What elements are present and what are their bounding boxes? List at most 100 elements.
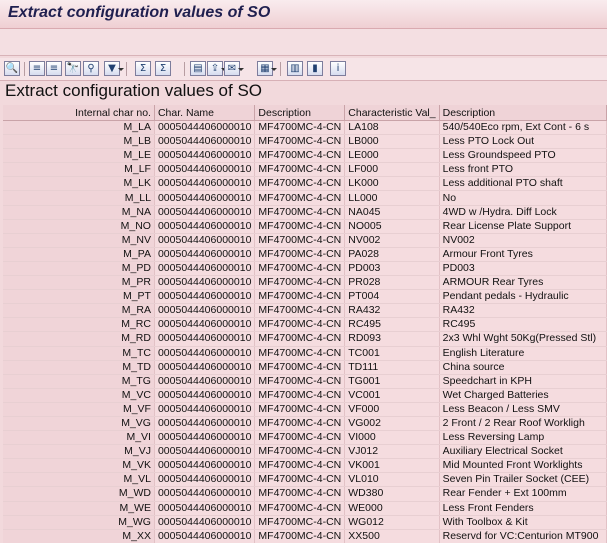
cell-value-description[interactable]: Less Beacon / Less SMV: [439, 402, 607, 417]
table-row[interactable]: M_TD 0005044406000010 MF4700MC-4-CN TD111 Ch…: [3, 360, 607, 375]
cell-value-description[interactable]: Rear Fender + Ext 100mm: [439, 486, 607, 502]
cell-internal-char-no[interactable]: M_TD: [3, 360, 155, 375]
cell-characteristic-value[interactable]: VG002: [344, 416, 440, 432]
cell-char-name[interactable]: 0005044406000010: [154, 247, 256, 262]
cell-characteristic-value[interactable]: TG001: [344, 374, 440, 389]
cell-value-description[interactable]: Less PTO Lock Out: [439, 134, 607, 150]
cell-value-description[interactable]: With Toolbox & Kit: [439, 515, 607, 530]
cell-description[interactable]: MF4700MC-4-CN: [254, 472, 346, 488]
cell-value-description[interactable]: ARMOUR Rear Tyres: [439, 275, 607, 291]
table-row[interactable]: M_VG 0005044406000010 MF4700MC-4-CN VG002 2 …: [3, 416, 607, 432]
cell-internal-char-no[interactable]: M_VF: [3, 402, 155, 417]
cell-value-description[interactable]: No: [439, 190, 607, 206]
cell-value-description[interactable]: Speedchart in KPH: [439, 374, 607, 389]
info-icon[interactable]: i: [330, 61, 346, 76]
cell-description[interactable]: MF4700MC-4-CN: [254, 233, 346, 248]
cell-char-name[interactable]: 0005044406000010: [154, 275, 256, 291]
cell-characteristic-value[interactable]: VK001: [344, 458, 440, 474]
cell-characteristic-value[interactable]: RD093: [344, 331, 440, 347]
cell-internal-char-no[interactable]: M_NV: [3, 233, 155, 248]
cell-characteristic-value[interactable]: PA028: [344, 247, 440, 262]
cell-description[interactable]: MF4700MC-4-CN: [254, 374, 346, 389]
cell-value-description[interactable]: 4WD w /Hydra. Diff Lock: [439, 205, 607, 220]
cell-char-name[interactable]: 0005044406000010: [154, 402, 256, 417]
column-header-characteristic-value[interactable]: Characteristic Val_: [344, 105, 440, 121]
filter-icon[interactable]: ▼: [104, 61, 124, 76]
cell-value-description[interactable]: Armour Front Tyres: [439, 247, 607, 262]
table-row[interactable]: M_PR 0005044406000010 MF4700MC-4-CN PR028 AR…: [3, 275, 607, 291]
cell-char-name[interactable]: 0005044406000010: [154, 515, 256, 530]
table-row[interactable]: M_RD 0005044406000010 MF4700MC-4-CN RD093 2x…: [3, 331, 607, 347]
cell-char-name[interactable]: 0005044406000010: [154, 458, 256, 474]
cell-value-description[interactable]: RA432: [439, 303, 607, 319]
table-row[interactable]: M_VL 0005044406000010 MF4700MC-4-CN VL010 Se…: [3, 472, 607, 488]
cell-characteristic-value[interactable]: LL000: [344, 190, 440, 206]
cell-internal-char-no[interactable]: M_LB: [3, 134, 155, 150]
cell-internal-char-no[interactable]: M_LK: [3, 176, 155, 192]
cell-description[interactable]: MF4700MC-4-CN: [254, 416, 346, 432]
cell-value-description[interactable]: PD003: [439, 261, 607, 277]
cell-value-description[interactable]: Seven Pin Trailer Socket (CEE): [439, 472, 607, 488]
cell-internal-char-no[interactable]: M_RD: [3, 331, 155, 347]
cell-internal-char-no[interactable]: M_VK: [3, 458, 155, 474]
cell-characteristic-value[interactable]: LE000: [344, 148, 440, 164]
cell-description[interactable]: MF4700MC-4-CN: [254, 430, 346, 446]
cell-characteristic-value[interactable]: WD380: [344, 486, 440, 502]
cell-description[interactable]: MF4700MC-4-CN: [254, 458, 346, 474]
cell-description[interactable]: MF4700MC-4-CN: [254, 162, 346, 178]
cell-description[interactable]: MF4700MC-4-CN: [254, 346, 346, 361]
cell-characteristic-value[interactable]: VJ012: [344, 444, 440, 460]
cell-value-description[interactable]: Pendant pedals - Hydraulic: [439, 289, 607, 305]
table-row[interactable]: M_PA 0005044406000010 MF4700MC-4-CN PA028 Ar…: [3, 247, 607, 262]
cell-value-description[interactable]: Wet Charged Batteries: [439, 388, 607, 403]
column-header-internal-char-no[interactable]: Internal char no.: [3, 105, 155, 121]
cell-char-name[interactable]: 0005044406000010: [154, 388, 256, 403]
cell-characteristic-value[interactable]: VC001: [344, 388, 440, 403]
cell-characteristic-value[interactable]: PT004: [344, 289, 440, 305]
sort-desc-icon[interactable]: ≡: [46, 61, 62, 76]
cell-description[interactable]: MF4700MC-4-CN: [254, 289, 346, 305]
cell-char-name[interactable]: 0005044406000010: [154, 529, 256, 543]
subtotal-icon[interactable]: Σ: [155, 61, 171, 76]
cell-characteristic-value[interactable]: WE000: [344, 501, 440, 516]
cell-description[interactable]: MF4700MC-4-CN: [254, 529, 346, 543]
cell-internal-char-no[interactable]: M_TG: [3, 374, 155, 389]
cell-char-name[interactable]: 0005044406000010: [154, 346, 256, 361]
cell-characteristic-value[interactable]: XX500: [344, 529, 440, 543]
table-row[interactable]: M_LF 0005044406000010 MF4700MC-4-CN LF000 Le…: [3, 162, 607, 178]
cell-characteristic-value[interactable]: LB000: [344, 134, 440, 150]
cell-value-description[interactable]: Less Reversing Lamp: [439, 430, 607, 446]
cell-value-description[interactable]: Auxiliary Electrical Socket: [439, 444, 607, 460]
cell-char-name[interactable]: 0005044406000010: [154, 486, 256, 502]
cell-internal-char-no[interactable]: M_WG: [3, 515, 155, 530]
table-row[interactable]: M_PT 0005044406000010 MF4700MC-4-CN PT004 Pe…: [3, 289, 607, 305]
cell-char-name[interactable]: 0005044406000010: [154, 331, 256, 347]
cell-char-name[interactable]: 0005044406000010: [154, 472, 256, 488]
send-icon[interactable]: ✉: [224, 61, 244, 76]
cell-characteristic-value[interactable]: RC495: [344, 317, 440, 333]
cell-value-description[interactable]: Less Groundspeed PTO: [439, 148, 607, 164]
cell-char-name[interactable]: 0005044406000010: [154, 120, 256, 136]
table-row[interactable]: M_LK 0005044406000010 MF4700MC-4-CN LK000 Le…: [3, 176, 607, 192]
cell-characteristic-value[interactable]: PR028: [344, 275, 440, 291]
table-row[interactable]: M_PD 0005044406000010 MF4700MC-4-CN PD003 PD…: [3, 261, 607, 277]
cell-internal-char-no[interactable]: M_VL: [3, 472, 155, 488]
cell-description[interactable]: MF4700MC-4-CN: [254, 515, 346, 530]
table-row[interactable]: M_RA 0005044406000010 MF4700MC-4-CN RA432 RA…: [3, 303, 607, 319]
cell-characteristic-value[interactable]: VI000: [344, 430, 440, 446]
table-row[interactable]: M_WG 0005044406000010 MF4700MC-4-CN WG012 Wi…: [3, 515, 607, 530]
graphic-icon[interactable]: ▮: [307, 61, 323, 76]
cell-description[interactable]: MF4700MC-4-CN: [254, 486, 346, 502]
cell-characteristic-value[interactable]: PD003: [344, 261, 440, 277]
cell-description[interactable]: MF4700MC-4-CN: [254, 360, 346, 375]
cell-description[interactable]: MF4700MC-4-CN: [254, 275, 346, 291]
cell-value-description[interactable]: 2 Front / 2 Rear Roof Workligh: [439, 416, 607, 432]
table-row[interactable]: M_RC 0005044406000010 MF4700MC-4-CN RC495 RC…: [3, 317, 607, 333]
cell-char-name[interactable]: 0005044406000010: [154, 134, 256, 150]
cell-description[interactable]: MF4700MC-4-CN: [254, 247, 346, 262]
cell-value-description[interactable]: NV002: [439, 233, 607, 248]
sort-asc-icon[interactable]: ≡: [29, 61, 45, 76]
table-row[interactable]: M_TG 0005044406000010 MF4700MC-4-CN TG001 Sp…: [3, 374, 607, 389]
cell-value-description[interactable]: 540/540Eco rpm, Ext Cont - 6 s: [439, 120, 607, 136]
cell-internal-char-no[interactable]: M_PD: [3, 261, 155, 277]
